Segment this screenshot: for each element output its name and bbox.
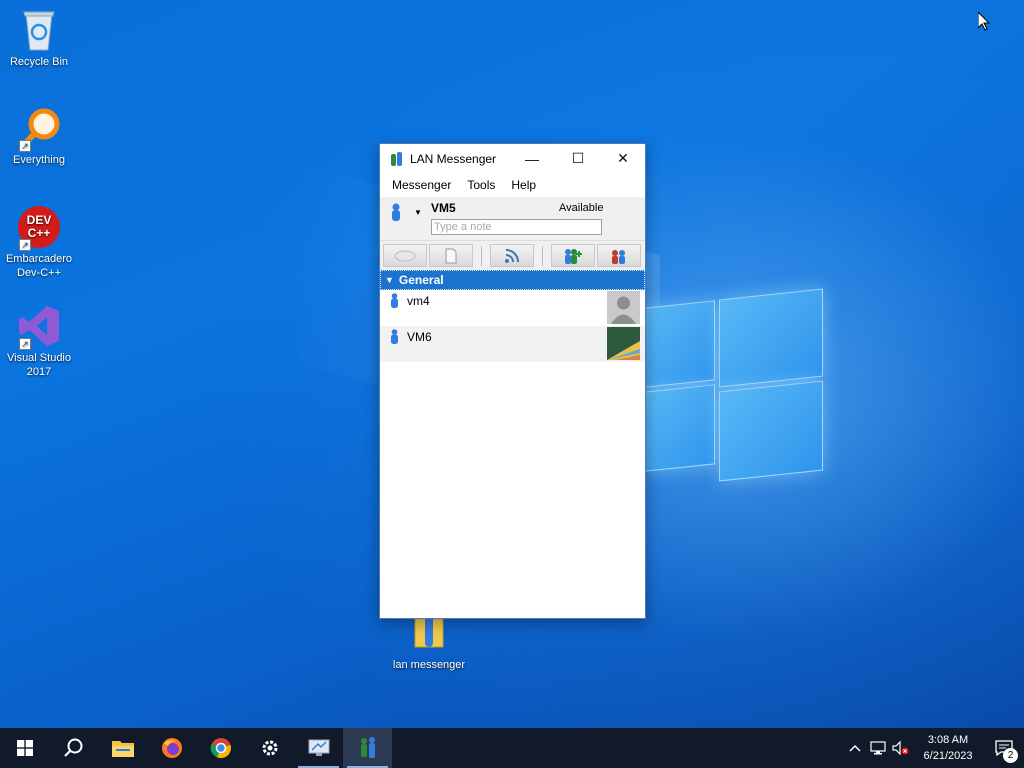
desktop-icon-label: lan messenger xyxy=(392,659,466,671)
desktop-icon-label: Recycle Bin xyxy=(9,56,69,68)
add-contact-icon xyxy=(565,248,582,264)
toolbar xyxy=(380,240,645,270)
system-tray: 3:08 AM 6/21/2023 2 xyxy=(843,728,1024,768)
broadcast-button[interactable] xyxy=(490,244,534,267)
group-name: General xyxy=(398,273,444,287)
folder-icon xyxy=(111,741,134,757)
desktop-icon-label: Embarcadero Dev-C++ xyxy=(5,253,73,279)
desktop-icon-label: Visual Studio 2017 xyxy=(6,352,71,378)
everything-search-icon: ↗ xyxy=(17,106,61,152)
start-button[interactable] xyxy=(0,728,49,768)
user-status-panel: ▼ VM5 Available xyxy=(380,197,645,240)
lan-messenger-taskbar-button[interactable] xyxy=(343,728,392,768)
send-file-button[interactable] xyxy=(429,244,473,267)
volume-muted-icon[interactable] xyxy=(889,728,912,768)
group-header-general[interactable]: ▼ General xyxy=(380,270,645,290)
note-input[interactable] xyxy=(431,219,602,235)
chevron-up-icon[interactable] xyxy=(843,728,866,768)
group-chat-button[interactable] xyxy=(597,244,641,267)
contact-item-vm4[interactable]: vm4 xyxy=(380,290,645,326)
clock-date: 6/21/2023 xyxy=(923,750,973,762)
recycle-bin-icon xyxy=(17,8,61,52)
minimize-icon: — xyxy=(525,150,539,167)
broadcast-icon xyxy=(505,248,519,263)
clock[interactable]: 3:08 AM 6/21/2023 xyxy=(912,732,984,764)
clock-time: 3:08 AM xyxy=(927,734,969,746)
contact-list: ▼ General vm4 VM6 xyxy=(380,270,645,362)
minimize-button[interactable]: — xyxy=(509,144,555,173)
notification-count-badge: 2 xyxy=(1003,748,1018,763)
chat-button[interactable] xyxy=(383,244,427,267)
shortcut-arrow-icon: ↗ xyxy=(19,338,31,350)
visual-studio-icon: ↗ xyxy=(17,304,61,350)
status-dropdown-arrow-icon[interactable]: ▼ xyxy=(414,208,422,217)
title-bar[interactable]: LAN Messenger — ☐ ✕ xyxy=(380,144,645,173)
notification-center-button[interactable]: 2 xyxy=(984,728,1024,768)
toolbar-separator xyxy=(542,245,543,266)
taskbar: 3:08 AM 6/21/2023 2 xyxy=(0,728,1024,768)
menu-bar: Messenger Tools Help xyxy=(380,173,645,197)
svg-text:C++: C++ xyxy=(28,226,51,240)
windows-wallpaper-logo xyxy=(645,288,823,482)
collapse-triangle-icon[interactable]: ▼ xyxy=(385,275,394,285)
toolbar-separator xyxy=(481,245,482,266)
add-contact-button[interactable] xyxy=(551,244,595,267)
search-button[interactable] xyxy=(49,728,98,768)
close-button[interactable]: ✕ xyxy=(601,144,645,173)
window-title: LAN Messenger xyxy=(410,151,497,166)
search-icon xyxy=(63,738,82,757)
contact-status-icon xyxy=(391,329,398,344)
remote-desktop-icon xyxy=(308,739,329,756)
lan-messenger-window: LAN Messenger — ☐ ✕ Messenger Tools Help… xyxy=(379,143,646,619)
lan-messenger-app-icon xyxy=(391,151,402,166)
file-transfer-icon xyxy=(445,248,457,263)
avatar xyxy=(607,291,640,324)
desktop-icon-label: Everything xyxy=(13,154,65,166)
lan-messenger-icon xyxy=(360,737,375,758)
network-icon[interactable] xyxy=(866,728,889,768)
dev-cpp-icon: DEV C++ ↗ xyxy=(17,205,61,251)
chrome-icon xyxy=(210,738,231,759)
desktop-icon-lan-messenger[interactable]: lan messenger xyxy=(391,611,467,672)
windows-start-icon xyxy=(16,740,33,756)
desktop-icon-everything[interactable]: ↗ Everything xyxy=(1,106,77,167)
svg-text:DEV: DEV xyxy=(27,213,52,227)
desktop-icon-visual-studio[interactable]: ↗ Visual Studio 2017 xyxy=(1,304,77,379)
settings-button[interactable] xyxy=(245,728,294,768)
firefox-button[interactable] xyxy=(147,728,196,768)
chat-bubble-icon xyxy=(394,250,416,261)
firefox-icon xyxy=(161,738,182,758)
avatar xyxy=(607,327,640,360)
gear-icon xyxy=(262,740,277,756)
user-status-icon[interactable] xyxy=(390,203,402,221)
mouse-cursor-icon xyxy=(977,10,991,34)
shortcut-arrow-icon: ↗ xyxy=(19,140,31,152)
user-name: VM5 xyxy=(431,201,456,215)
availability-status[interactable]: Available xyxy=(559,202,603,214)
maximize-icon: ☐ xyxy=(571,150,585,166)
chrome-button[interactable] xyxy=(196,728,245,768)
group-chat-icon xyxy=(612,249,625,264)
contact-status-icon xyxy=(391,293,398,308)
shortcut-arrow-icon: ↗ xyxy=(19,239,31,251)
desktop-icon-dev-cpp[interactable]: DEV C++ ↗ Embarcadero Dev-C++ xyxy=(1,205,77,280)
menu-messenger[interactable]: Messenger xyxy=(384,178,459,192)
file-explorer-button[interactable] xyxy=(98,728,147,768)
menu-tools[interactable]: Tools xyxy=(459,178,503,192)
remote-desktop-button[interactable] xyxy=(294,728,343,768)
maximize-button[interactable]: ☐ xyxy=(555,144,601,173)
contact-name: VM6 xyxy=(407,330,432,344)
contact-item-vm6[interactable]: VM6 xyxy=(380,326,645,362)
close-icon: ✕ xyxy=(617,150,629,166)
desktop-icon-recycle-bin[interactable]: Recycle Bin xyxy=(1,8,77,69)
menu-help[interactable]: Help xyxy=(503,178,544,192)
contact-name: vm4 xyxy=(407,294,430,308)
